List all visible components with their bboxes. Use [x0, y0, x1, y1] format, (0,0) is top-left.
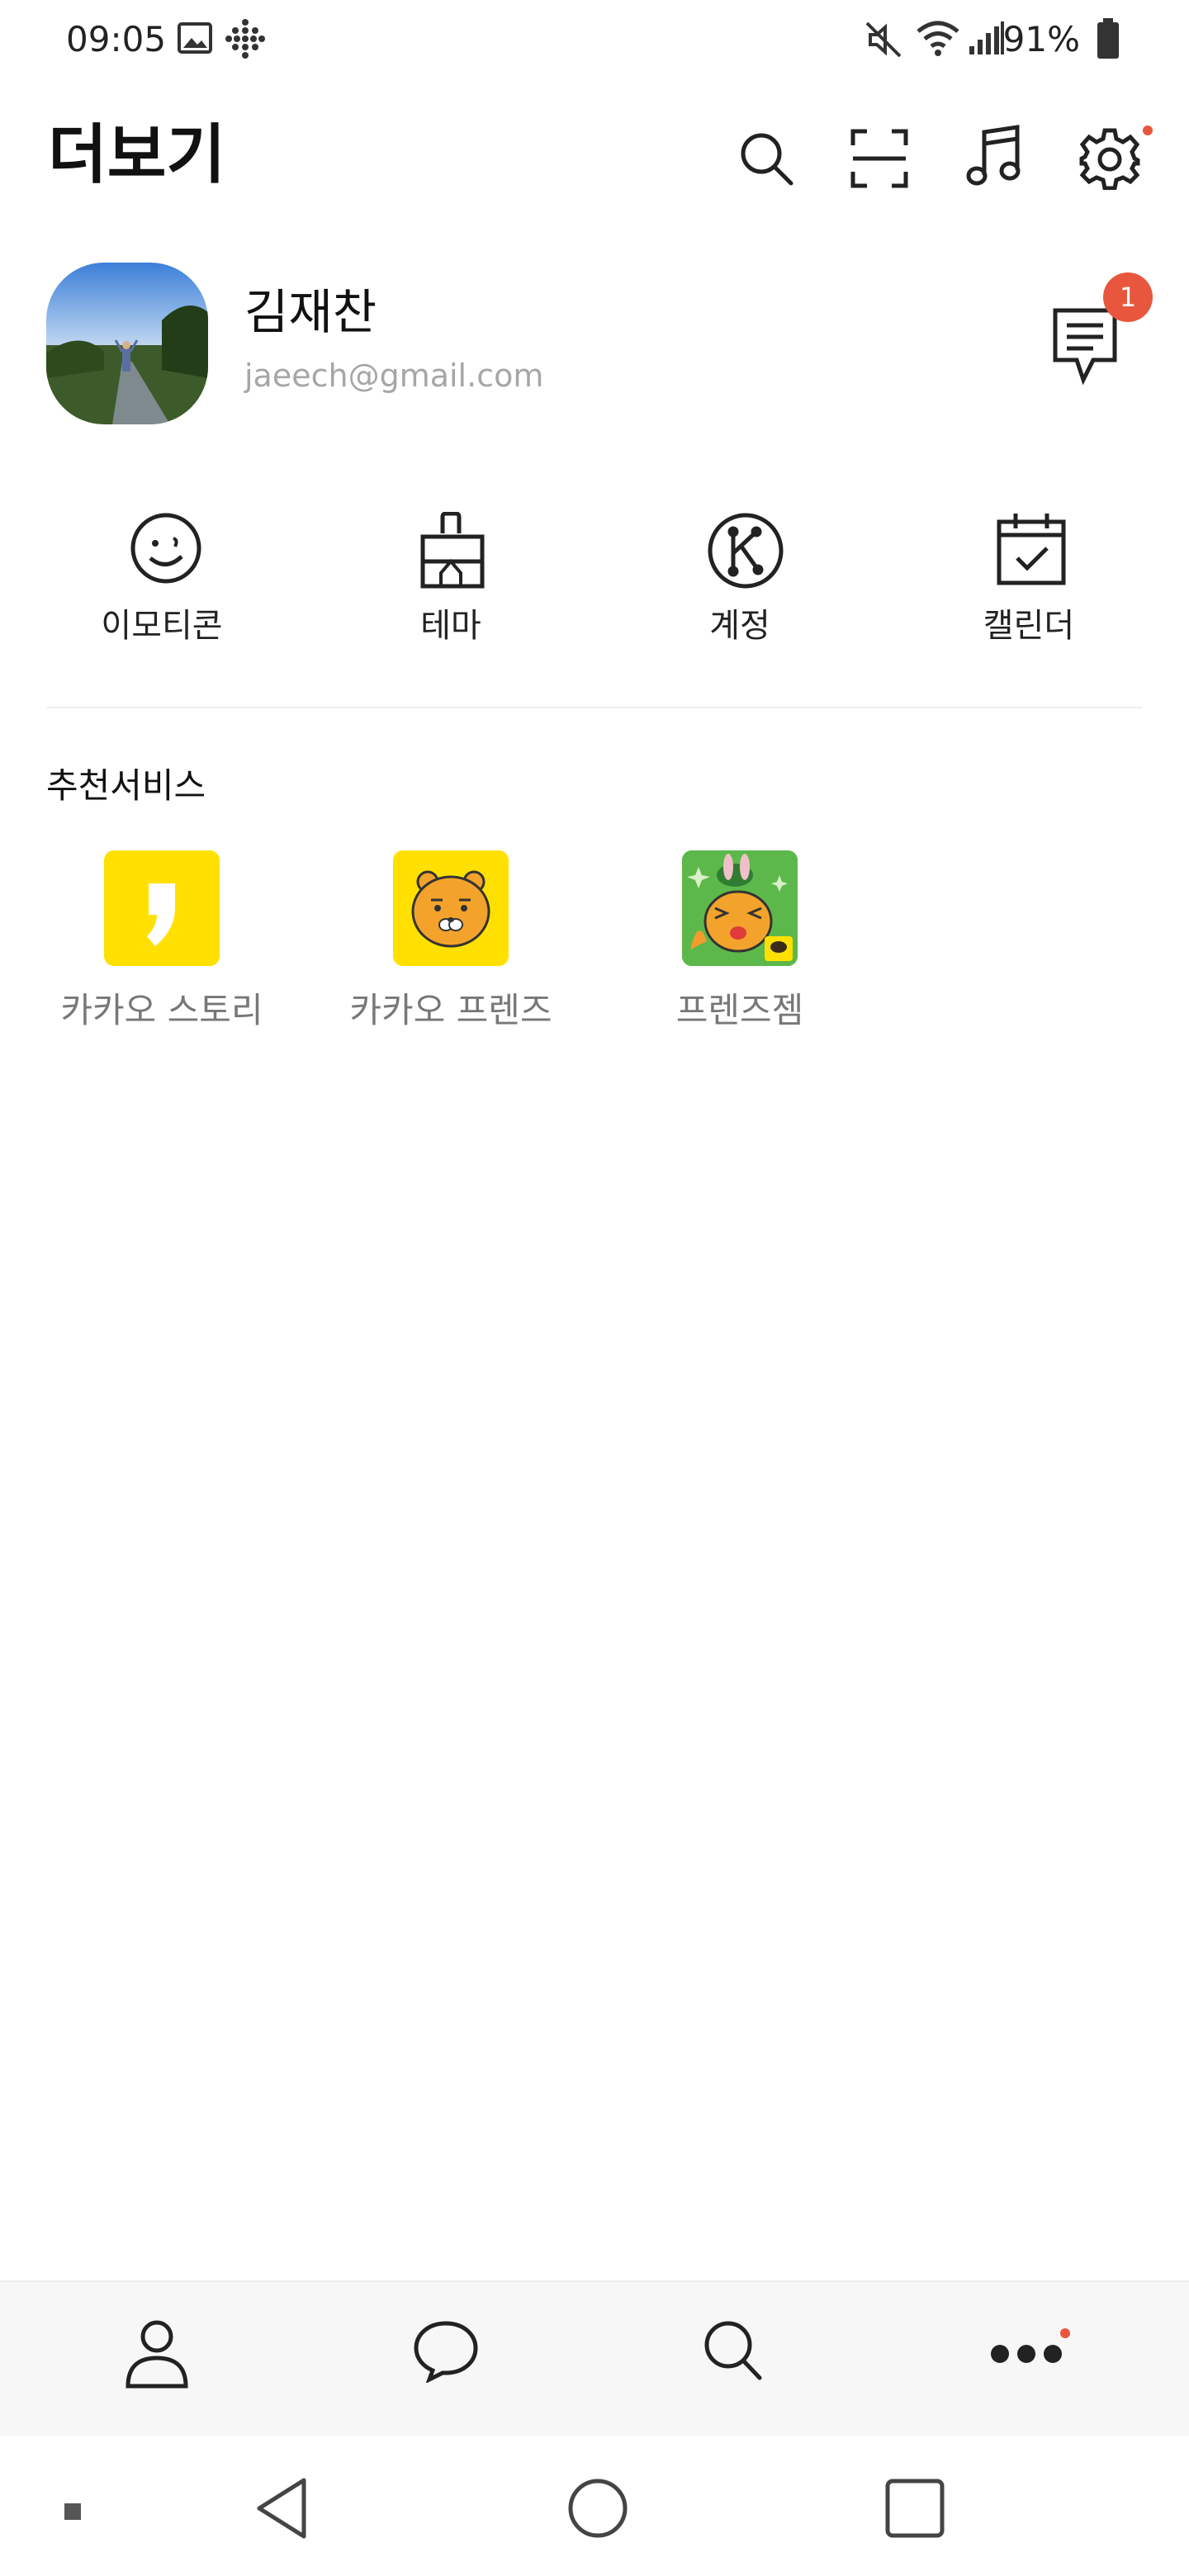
profile-name[interactable]: 김재찬 — [244, 279, 377, 345]
system-nav-bar — [0, 2436, 1189, 2576]
signal-icon — [968, 20, 1006, 56]
profile-email: jaeech@gmail.com — [244, 358, 544, 394]
friends-gem-icon — [682, 850, 798, 966]
bottom-tab-bar — [0, 2280, 1189, 2436]
search-icon[interactable] — [737, 129, 796, 188]
more-notification-dot — [1060, 2328, 1070, 2338]
quick-menu-label: 계정 — [709, 607, 770, 645]
tab-chats[interactable] — [306, 2282, 603, 2436]
page-title: 더보기 — [48, 118, 226, 192]
quick-menu-label: 이모티콘 — [101, 607, 223, 645]
section-title-recommended: 추천서비스 — [46, 765, 206, 806]
settings-notification-dot — [1143, 125, 1153, 135]
wifi-icon — [915, 18, 961, 58]
battery-percent: 91% — [1002, 19, 1080, 59]
calendar-icon — [996, 512, 1067, 590]
quick-menu-label: 캘린더 — [983, 607, 1075, 645]
chat-message-icon[interactable] — [1052, 307, 1118, 385]
chat-badge: 1 — [1103, 272, 1153, 322]
gallery-icon — [177, 21, 213, 54]
quick-menu-emoticon[interactable]: 이모티콘 — [38, 495, 286, 661]
emoticon-icon — [129, 512, 203, 591]
avatar[interactable] — [46, 263, 208, 424]
theme-brush-icon — [418, 511, 487, 593]
friends-tab-icon — [124, 2318, 190, 2393]
service-label: 카카오 프렌즈 — [349, 990, 552, 1030]
quick-menu-account[interactable]: 계정 — [616, 495, 864, 661]
search-tab-icon — [702, 2318, 765, 2386]
kakao-friends-icon — [393, 850, 509, 966]
scan-icon[interactable] — [850, 129, 908, 188]
kakao-story-icon — [104, 850, 220, 966]
service-label: 프렌즈젬 — [675, 990, 804, 1030]
service-friends-gem[interactable]: 프렌즈젬 — [599, 850, 880, 1049]
divider — [46, 707, 1143, 708]
mute-icon — [864, 20, 903, 59]
back-icon[interactable] — [253, 2475, 310, 2541]
service-kakao-story[interactable]: 카카오 스토리 — [21, 850, 302, 1049]
recents-icon[interactable] — [883, 2477, 946, 2540]
small-square-icon[interactable] — [63, 2502, 83, 2522]
tab-more[interactable] — [882, 2282, 1179, 2436]
service-kakao-friends[interactable]: 카카오 프렌즈 — [310, 850, 591, 1049]
status-time: 09:05 — [66, 19, 167, 59]
music-icon[interactable] — [966, 124, 1022, 190]
tab-friends[interactable] — [17, 2282, 314, 2436]
quick-menu-calendar[interactable]: 캘린더 — [905, 495, 1153, 661]
status-bar: 09:05 91% — [0, 0, 1189, 79]
dots-grid-icon — [225, 18, 266, 59]
service-label: 카카오 스토리 — [60, 990, 263, 1030]
quick-menu-theme[interactable]: 테마 — [327, 495, 575, 661]
home-icon[interactable] — [566, 2477, 629, 2540]
tab-search[interactable] — [594, 2282, 892, 2436]
kakao-account-icon — [707, 512, 784, 593]
more-tab-icon — [989, 2343, 1063, 2368]
quick-menu-label: 테마 — [420, 607, 481, 645]
chats-tab-icon — [413, 2318, 479, 2386]
battery-icon — [1097, 18, 1120, 59]
settings-icon[interactable] — [1078, 127, 1141, 190]
